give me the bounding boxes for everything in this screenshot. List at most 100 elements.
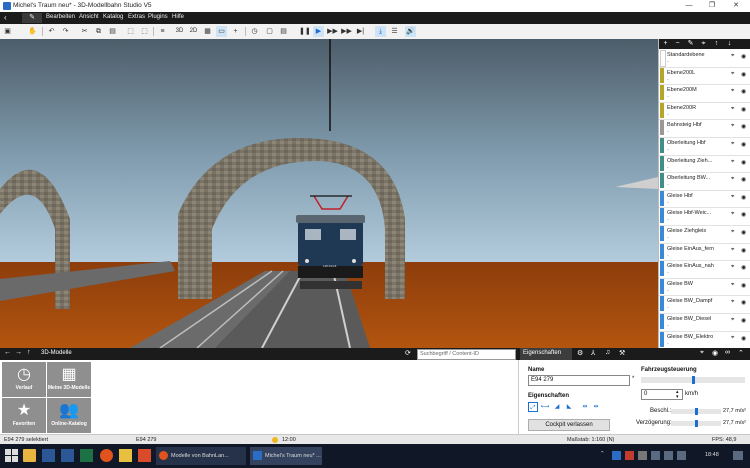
cut-icon[interactable]: ✂	[79, 26, 90, 37]
layer-row[interactable]: Gleise Hbf-Weic... - ⌖ ◉	[659, 207, 750, 227]
menu-extras[interactable]: Extras	[128, 14, 145, 20]
split-right-icon[interactable]: ⇹	[591, 402, 601, 412]
link-icon[interactable]: ∞	[725, 349, 730, 356]
back-arrow-icon[interactable]: ‹	[4, 13, 7, 22]
layer-row[interactable]: Gleise Hbf - ⌖ ◉	[659, 190, 750, 209]
duplicate-icon[interactable]: ⬚	[139, 26, 150, 37]
pin-icon[interactable]: ⌖	[731, 229, 734, 236]
file-explorer-icon[interactable]	[23, 449, 36, 462]
tray-chevron-icon[interactable]: ⌃	[600, 451, 605, 457]
pin-icon[interactable]: ⌖	[731, 176, 734, 183]
layer-row[interactable]: Gleise BW_Diesel - ⌖ ◉	[659, 313, 750, 332]
pin-icon[interactable]: ⌖	[731, 159, 734, 166]
refresh-icon[interactable]: ⟳	[405, 349, 411, 357]
layer-row[interactable]: Ebene200M - ⌖ ◉	[659, 84, 750, 103]
eye-icon[interactable]: ◉	[741, 88, 746, 95]
eye-icon[interactable]: ◉	[741, 282, 746, 289]
maximize-button[interactable]: ❐	[706, 1, 718, 11]
forward-arrow-icon[interactable]: →	[15, 349, 22, 356]
firefox-icon[interactable]	[100, 449, 113, 462]
collapse-icon[interactable]: ⌃	[738, 349, 744, 357]
eye-icon[interactable]: ◉	[741, 71, 746, 78]
pin-icon[interactable]: ⌖	[731, 317, 734, 324]
gear-icon[interactable]: ⚙	[577, 349, 583, 357]
tile-verlauf[interactable]: ◷ Verlauf	[2, 362, 46, 397]
fast-forward-icon[interactable]: ▶▶	[327, 26, 338, 37]
pin-icon[interactable]: ⌖	[731, 211, 734, 218]
move-down-icon[interactable]: ↓	[725, 40, 734, 48]
pause-icon[interactable]: ❚❚	[299, 26, 311, 37]
wagon-link-icon[interactable]: ⟷	[540, 402, 550, 412]
sound-icon[interactable]: 🔊	[405, 26, 416, 37]
eye-icon[interactable]: ◉	[741, 299, 746, 306]
battery-icon[interactable]	[677, 451, 686, 460]
pin-icon[interactable]: ⌖	[731, 53, 734, 60]
layer-row[interactable]: Ebene200L - ⌖ ◉	[659, 67, 750, 86]
cockpit-exit-button[interactable]: Cockpit verlassen	[528, 419, 610, 431]
network-icon[interactable]	[651, 451, 660, 460]
deceleration-slider-thumb[interactable]	[695, 420, 698, 427]
tray-app-icon-1[interactable]	[612, 451, 621, 460]
edit-pencil-icon[interactable]: ✎	[22, 13, 42, 23]
add-layer-icon[interactable]: +	[661, 40, 670, 48]
word-icon-2[interactable]	[61, 449, 74, 462]
grid-view-icon[interactable]: ▦	[202, 26, 213, 37]
layer-row[interactable]: Ebene200R - ⌖ ◉	[659, 102, 750, 121]
table-icon[interactable]: ▤	[278, 26, 289, 37]
menu-hilfe[interactable]: Hilfe	[172, 14, 184, 20]
eye-icon[interactable]: ◉	[741, 123, 746, 130]
pin-icon[interactable]: ⌖	[700, 349, 704, 357]
menu-katalog[interactable]: Katalog	[103, 14, 123, 20]
layer-row[interactable]: Standardebene - ⌖ ◉	[659, 49, 750, 68]
track-icon[interactable]: ☰	[389, 26, 400, 37]
pin-layer-icon[interactable]: ⌖	[699, 40, 708, 48]
menu-plugins[interactable]: Plugins	[148, 14, 168, 20]
layer-row[interactable]: Gleise Ziehgleis - ⌖ ◉	[659, 225, 750, 244]
folder-icon[interactable]	[119, 449, 132, 462]
pin-icon[interactable]: ⌖	[731, 264, 734, 271]
tile-online-katalog[interactable]: 👥 Online-Katalog	[47, 398, 91, 433]
tools-icon[interactable]: ⚒	[619, 349, 625, 357]
volume-icon[interactable]	[664, 451, 673, 460]
pin-icon[interactable]: ⌖	[731, 106, 734, 113]
taskbar-task-browser[interactable]: Modelle von BahnLan...	[156, 447, 246, 465]
deceleration-slider[interactable]	[671, 420, 721, 427]
name-input[interactable]: E94 279	[528, 375, 630, 386]
menu-ansicht[interactable]: Ansicht	[79, 14, 99, 20]
layer-row[interactable]: Gleise BW - ⌖ ◉	[659, 278, 750, 297]
pin-icon[interactable]: ⌖	[731, 71, 734, 78]
plus-icon[interactable]: +	[230, 26, 241, 37]
layer-row[interactable]: Oberleitung Hbf - ⌖ ◉	[659, 137, 750, 156]
spinner-icon[interactable]: ▴ ▾	[676, 390, 679, 400]
layer-row[interactable]: Bahnsteig Hbf - ⌖ ◉	[659, 119, 750, 139]
wagon-right-icon[interactable]: ◣	[564, 402, 574, 412]
pin-icon[interactable]: ⌖	[731, 282, 734, 289]
save-icon[interactable]: ▣	[2, 26, 13, 37]
speed-slider-thumb[interactable]	[691, 376, 695, 384]
pin-icon[interactable]: ⌖	[731, 299, 734, 306]
train-cockpit-icon[interactable]: ▭	[216, 26, 227, 37]
notification-icon[interactable]	[733, 451, 743, 460]
wagon-left-icon[interactable]: ◢	[552, 402, 562, 412]
pin-icon[interactable]: ⌖	[731, 335, 734, 342]
fastest-icon[interactable]: ▶|	[355, 26, 366, 37]
undo-icon[interactable]: ↶	[46, 26, 57, 37]
pin-icon[interactable]: ⌖	[731, 141, 734, 148]
eye-icon[interactable]: ◉	[712, 349, 718, 357]
pin-icon[interactable]: ⌖	[731, 123, 734, 130]
layer-row[interactable]: Oberleitung Zieh... - ⌖ ◉	[659, 155, 750, 174]
layer-row[interactable]: Gleise BW_Dampf - ⌖ ◉	[659, 295, 750, 315]
menu-bearbeiten[interactable]: Bearbeiten	[46, 14, 75, 20]
eye-icon[interactable]: ◉	[741, 247, 746, 254]
scene-render[interactable]	[0, 39, 658, 348]
layer-row[interactable]: Gleise BW_Elektro - ⌖ ◉	[659, 331, 750, 348]
window-icon[interactable]: ▢	[264, 26, 275, 37]
clock-icon[interactable]: ◷	[249, 26, 260, 37]
eye-icon[interactable]: ◉	[741, 335, 746, 342]
windows-start-icon[interactable]	[5, 449, 18, 462]
eye-icon[interactable]: ◉	[741, 106, 746, 113]
tray-app-icon-3[interactable]	[638, 451, 647, 460]
up-arrow-icon[interactable]: ↑	[27, 349, 31, 356]
play-icon[interactable]: ▶	[313, 26, 324, 37]
acceleration-slider-thumb[interactable]	[695, 408, 698, 415]
